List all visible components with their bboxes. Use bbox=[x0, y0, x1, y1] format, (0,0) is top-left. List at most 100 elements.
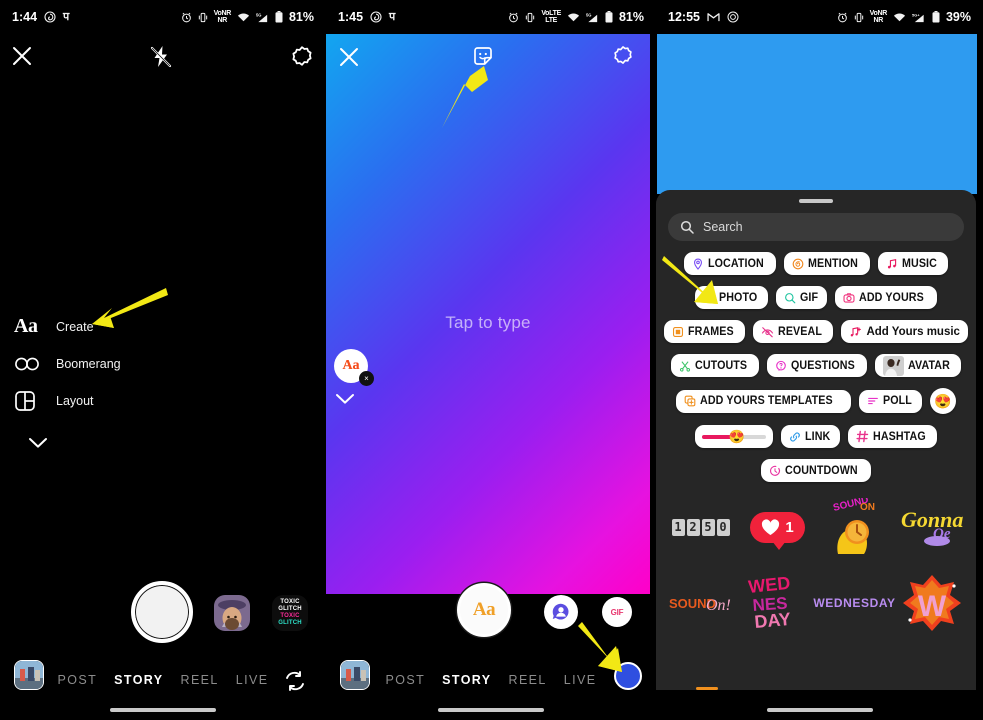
avatar-sticker-icon[interactable] bbox=[544, 595, 578, 629]
sticker-chip-hashtag[interactable]: HASHTAG bbox=[847, 425, 938, 448]
sticker-chip-avatar[interactable]: AVATAR bbox=[875, 354, 962, 377]
sticker-chip-row: PHOTO GIF ADD YOURS bbox=[656, 286, 976, 309]
sticker-chip-questions[interactable]: QUESTIONS bbox=[766, 354, 868, 377]
status-left-3: 12:55 bbox=[668, 10, 739, 24]
settings-icon[interactable] bbox=[612, 44, 634, 66]
close-icon[interactable]: × bbox=[359, 371, 374, 386]
alarm-icon bbox=[508, 12, 519, 23]
chip-label: POLL bbox=[882, 395, 912, 407]
chip-label: COUNTDOWN bbox=[784, 464, 858, 477]
wednesday-plain-sticker[interactable]: WEDNESDAY bbox=[813, 572, 895, 634]
close-icon[interactable] bbox=[10, 44, 34, 68]
frames-icon bbox=[672, 326, 684, 338]
effect-toxic-glitch[interactable]: TOXIC GLITCH TOXIC GLITCH bbox=[272, 595, 308, 631]
sticker-chip-add-yours-music[interactable]: Add Yours music bbox=[841, 320, 968, 343]
boomerang-icon bbox=[10, 355, 56, 373]
link-icon bbox=[789, 431, 801, 443]
tray-tab-indicator bbox=[696, 687, 718, 690]
flash-off-icon[interactable] bbox=[148, 44, 174, 70]
sticker-chip-row: ADD YOURS TEMPLATES POLL 😍 bbox=[656, 388, 976, 414]
sticker-chip-poll[interactable]: POLL bbox=[858, 389, 922, 413]
like-count: 1 bbox=[785, 518, 794, 536]
battery-percent: 81% bbox=[288, 10, 314, 24]
wifi-icon bbox=[893, 12, 906, 23]
search-input[interactable]: Search bbox=[668, 213, 964, 241]
effect-label-top2: GLITCH bbox=[278, 606, 302, 612]
sticker-grid-row: SOUND On! WED NES DAY WEDNESDAY W bbox=[656, 572, 976, 634]
like-count-sticker[interactable]: 1 bbox=[744, 496, 812, 558]
mode-tab-live[interactable]: LIVE bbox=[564, 673, 597, 687]
gonna-sticker[interactable]: Gonna Qe bbox=[898, 496, 966, 558]
menu-item-create[interactable]: Aa Create bbox=[10, 308, 190, 345]
chip-label: MENTION bbox=[808, 257, 859, 270]
sticker-chip-add-yours-templates[interactable]: ADD YOURS TEMPLATES bbox=[676, 389, 851, 413]
music-plus-icon bbox=[849, 326, 862, 338]
shutter-button[interactable] bbox=[131, 581, 193, 643]
status-left-2: 1:45 प bbox=[338, 10, 395, 24]
sticker-chip-link[interactable]: LINK bbox=[780, 425, 840, 448]
settings-icon[interactable] bbox=[290, 44, 314, 68]
w-burst-sticker[interactable]: W bbox=[898, 572, 966, 634]
screenshot-root: 1:44 प VoNR NR 5G 81% Aa Create Boomeran… bbox=[0, 0, 983, 720]
svg-text:5G: 5G bbox=[586, 12, 591, 17]
menu-item-layout-label: Layout bbox=[56, 393, 94, 408]
sticker-chip-location[interactable]: LOCATION bbox=[684, 252, 777, 275]
status-bar-1: 1:44 प VoNR NR 5G 81% bbox=[0, 0, 326, 34]
mode-tab-reel[interactable]: REEL bbox=[509, 673, 547, 687]
sticker-tray-sheet: Search LOCATION MENTION MUSIC PHOTO GIF … bbox=[656, 190, 976, 690]
devanagari-glyph-icon: प bbox=[63, 10, 70, 23]
sound-on-text-sticker[interactable]: SOUND On! bbox=[667, 572, 735, 634]
mode-tab-post[interactable]: POST bbox=[386, 673, 426, 687]
countdown-digits-sticker[interactable]: 1 2 5 0 bbox=[667, 496, 735, 558]
emoji-slider-sticker[interactable]: 😍 bbox=[694, 425, 773, 448]
flip-camera-icon[interactable] bbox=[284, 670, 306, 692]
sticker-chip-row: COUNTDOWN bbox=[656, 459, 976, 482]
chip-label: REVEAL bbox=[778, 325, 823, 338]
avatar-photo-icon bbox=[883, 355, 905, 376]
close-icon[interactable] bbox=[338, 46, 360, 68]
sticker-chip-photo[interactable]: PHOTO bbox=[694, 286, 768, 309]
sticker-chip-add-yours[interactable]: ADD YOURS bbox=[835, 286, 938, 309]
mode-tab-live[interactable]: LIVE bbox=[236, 673, 269, 687]
sticker-chip-frames[interactable]: FRAMES bbox=[664, 320, 746, 343]
chip-label: MUSIC bbox=[902, 257, 938, 270]
menu-item-layout[interactable]: Layout bbox=[10, 382, 190, 419]
effect-label-top: TOXIC bbox=[280, 599, 300, 605]
wednesday-bubble-sticker[interactable]: WED NES DAY bbox=[744, 572, 812, 634]
emoji-sticker[interactable]: 😍 bbox=[929, 388, 956, 414]
heart-icon bbox=[761, 518, 780, 536]
drag-handle[interactable] bbox=[799, 199, 833, 203]
mode-tab-story[interactable]: STORY bbox=[114, 673, 163, 687]
mode-tab-story[interactable]: STORY bbox=[442, 673, 491, 687]
aa-text-icon: Aa bbox=[14, 315, 38, 337]
sticker-chip-mention[interactable]: MENTION bbox=[784, 252, 871, 275]
sticker-text: WEDNESDAY bbox=[813, 596, 896, 610]
story-photo-background bbox=[657, 34, 977, 194]
chip-label: Add Yours music bbox=[866, 325, 960, 338]
effect-face-thumb[interactable] bbox=[214, 595, 250, 631]
mode-tab-post[interactable]: POST bbox=[58, 673, 98, 687]
menu-item-boomerang[interactable]: Boomerang bbox=[10, 345, 190, 382]
sticker-grid-row: 1 2 5 0 1 SOUND ON Gonna Qe bbox=[656, 496, 976, 558]
fingerprint-icon bbox=[44, 11, 56, 23]
status-right-1: VoNR NR 5G 81% bbox=[181, 10, 314, 24]
status-bar-3: 12:55 VoNR NR 5G+ 39% bbox=[656, 0, 983, 34]
text-tool-button[interactable]: Aa bbox=[457, 583, 511, 637]
tap-to-type-placeholder[interactable]: Tap to type bbox=[326, 313, 650, 333]
gif-sticker-button[interactable]: GIF bbox=[602, 597, 632, 627]
signal-icon: 5G+ bbox=[912, 12, 926, 23]
slider-emoji-knob[interactable]: 😍 bbox=[729, 429, 745, 445]
sticker-chip-music[interactable]: MUSIC bbox=[878, 252, 948, 275]
chevron-down-icon[interactable] bbox=[10, 437, 190, 449]
sticker-chip-countdown[interactable]: COUNTDOWN bbox=[760, 459, 872, 482]
sticker-chip-gif[interactable]: GIF bbox=[776, 286, 828, 309]
sticker-chip-reveal[interactable]: REVEAL bbox=[753, 320, 834, 343]
panel-story-composer: 1:45 प VoLTE LTE 5G 81% Tap to type Aa ×… bbox=[326, 0, 656, 720]
sticker-icon[interactable] bbox=[471, 44, 495, 68]
mode-tab-reel[interactable]: REEL bbox=[181, 673, 219, 687]
sticker-chip-cutouts[interactable]: CUTOUTS bbox=[670, 354, 759, 377]
chip-label: LINK bbox=[804, 430, 830, 443]
sound-on-hand-sticker[interactable]: SOUND ON bbox=[821, 496, 889, 558]
chevron-down-icon[interactable] bbox=[335, 393, 355, 405]
chip-label: LOCATION bbox=[708, 257, 765, 270]
